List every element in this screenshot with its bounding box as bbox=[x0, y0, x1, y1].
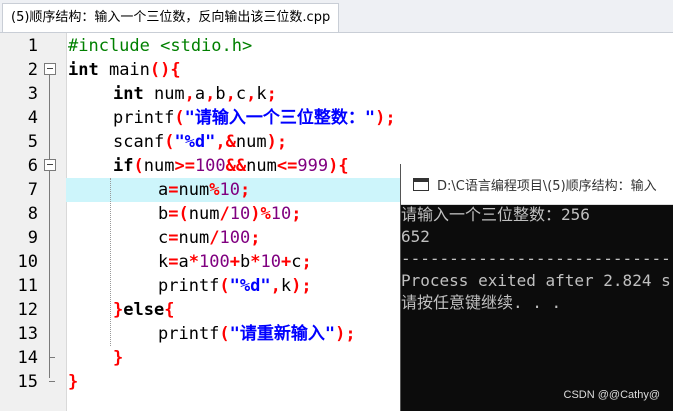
code-line-3: int num,a,b,c,k; bbox=[113, 84, 277, 104]
fold-end-mark bbox=[49, 357, 55, 358]
code-line-8: b=(num/10)%10; bbox=[158, 204, 302, 224]
console-output: 请输入一个三位整数：256 652 ----------------------… bbox=[401, 204, 673, 411]
console-line: 请按任意键继续. . . bbox=[401, 293, 562, 312]
fold-toggle-if[interactable] bbox=[44, 154, 58, 178]
file-tab[interactable]: (5)顺序结构：输入一个三位数，反向输出该三位数.cpp bbox=[2, 3, 340, 32]
line-number: 11 bbox=[17, 276, 38, 296]
line-number: 1 bbox=[27, 36, 38, 56]
collapse-icon bbox=[44, 63, 56, 75]
line-number: 4 bbox=[27, 108, 38, 128]
line-number: 13 bbox=[17, 324, 38, 344]
line-number: 3 bbox=[27, 84, 38, 104]
tab-bar: (5)顺序结构：输入一个三位数，反向输出该三位数.cpp bbox=[0, 0, 673, 33]
fold-line bbox=[49, 74, 50, 378]
console-title-bar[interactable]: D:\C语言编程项目\(5)顺序结构：输入 bbox=[401, 164, 673, 205]
watermark: CSDN @@Cathy@ bbox=[563, 389, 660, 401]
code-line-9: c=num/100; bbox=[158, 228, 261, 248]
console-window-icon bbox=[413, 178, 429, 191]
code-line-5: scanf("%d",&num); bbox=[113, 132, 288, 152]
collapse-icon bbox=[44, 159, 56, 171]
code-line-10: k=a*100+b*10+c; bbox=[158, 252, 312, 272]
console-title: D:\C语言编程项目\(5)顺序结构：输入 bbox=[437, 179, 657, 194]
code-line-12: }else{ bbox=[113, 300, 175, 320]
line-number: 10 bbox=[17, 252, 38, 272]
console-line: Process exited after 2.824 s bbox=[401, 271, 671, 290]
line-number: 6 bbox=[27, 156, 38, 176]
line-number: 9 bbox=[27, 228, 38, 248]
fold-end-mark bbox=[49, 381, 55, 382]
line-number: 14 bbox=[17, 348, 38, 368]
code-line-7: a=num%10; bbox=[158, 180, 251, 200]
console-line: 652 bbox=[401, 227, 430, 246]
code-line-11: printf("%d",k); bbox=[158, 276, 312, 296]
fold-toggle-main[interactable] bbox=[44, 58, 58, 82]
code-line-6: if(num>=100&&num<=999){ bbox=[113, 156, 349, 176]
code-line-4: printf("请输入一个三位整数："); bbox=[113, 108, 396, 128]
code-line-13: printf("请重新输入"); bbox=[158, 324, 356, 344]
console-line: 请输入一个三位整数：256 bbox=[401, 205, 590, 224]
line-number: 12 bbox=[17, 300, 38, 320]
line-number: 7 bbox=[27, 180, 38, 200]
console-line: -------------------------------- bbox=[401, 249, 673, 268]
code-line-15: } bbox=[68, 372, 79, 392]
code-line-1: #include <stdio.h> bbox=[68, 36, 253, 56]
line-number: 8 bbox=[27, 204, 38, 224]
line-number: 15 bbox=[17, 372, 38, 392]
line-number: 5 bbox=[27, 132, 38, 152]
line-number: 2 bbox=[27, 60, 38, 80]
code-line-14: } bbox=[113, 348, 124, 368]
console-window[interactable]: D:\C语言编程项目\(5)顺序结构：输入 请输入一个三位整数：256 652 … bbox=[400, 164, 673, 411]
code-line-2: int main(){ bbox=[68, 60, 181, 80]
